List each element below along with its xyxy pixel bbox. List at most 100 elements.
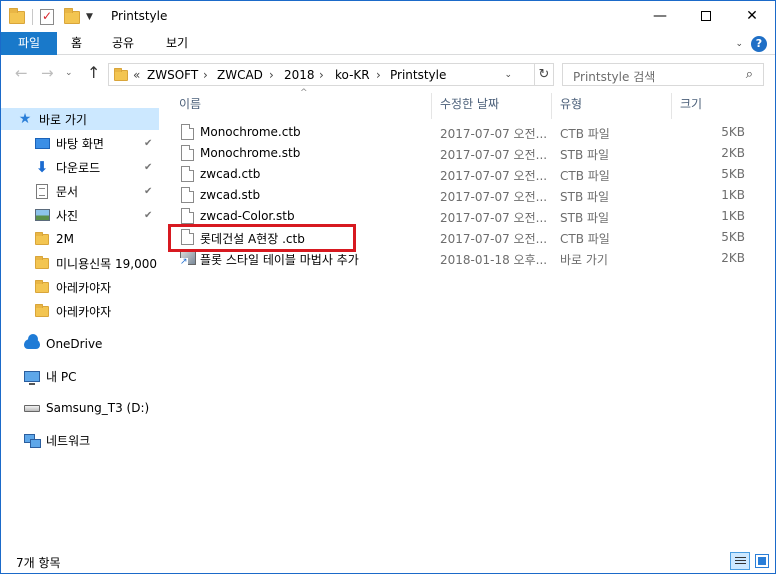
explorer-window: ▼ Printstyle — ✕ 파일 홈 공유 보기 ⌄ ? ← → ⌄ ↑ … [0, 0, 776, 574]
column-divider[interactable] [551, 93, 552, 119]
file-size: 2KB [721, 251, 745, 265]
column-divider[interactable] [431, 93, 432, 119]
sidebar-item-downloads[interactable]: ⬇ 다운로드 ✔ [1, 156, 159, 178]
customize-toolbar-chevron-icon[interactable]: ▼ [86, 12, 93, 22]
search-box[interactable]: Printstyle 검색 ⌕ [562, 63, 764, 86]
column-header-size[interactable]: 크기 [680, 93, 760, 121]
folder-icon [34, 255, 50, 271]
sidebar-item-label: Samsung_T3 (D:) [46, 401, 150, 415]
breadcrumb-printstyle[interactable]: Printstyle [390, 68, 446, 82]
sidebar-item-label: 미니용신목 19,000 [56, 256, 158, 271]
column-header-name[interactable]: 이름 [179, 93, 429, 121]
column-divider[interactable] [671, 93, 672, 119]
breadcrumb-separator[interactable]: › [319, 68, 324, 82]
back-arrow-icon[interactable]: ← [15, 64, 28, 82]
maximize-icon [701, 11, 711, 21]
help-icon[interactable]: ? [751, 36, 767, 52]
tab-file[interactable]: 파일 [1, 32, 57, 55]
address-dropdown-chevron-icon[interactable]: ⌄ [504, 70, 512, 80]
file-row[interactable]: Monochrome.ctb 2017-07-07 오전... CTB 파일 5… [173, 122, 763, 143]
file-type: CTB 파일 [560, 169, 610, 183]
pin-icon[interactable]: ✔ [144, 210, 152, 221]
sidebar-item-onedrive[interactable]: OneDrive [1, 333, 159, 355]
pin-icon[interactable]: ✔ [144, 138, 152, 149]
column-header-date[interactable]: 수정한 날짜 [440, 93, 550, 121]
breadcrumb-ko-kr[interactable]: ko-KR [335, 68, 370, 82]
sidebar-item-label: 바탕 화면 [56, 136, 104, 151]
file-row[interactable]: zwcad.ctb 2017-07-07 오전... CTB 파일 5KB [173, 164, 763, 185]
large-icons-view-icon [755, 554, 769, 568]
folder-icon[interactable] [9, 7, 25, 24]
tab-view[interactable]: 보기 [166, 32, 188, 55]
window-title: Printstyle [111, 9, 168, 23]
breadcrumb-zwcad[interactable]: ZWCAD [217, 68, 263, 82]
navigation-bar: ← → ⌄ ↑ « ZWSOFT › ZWCAD › 2018 › ko-KR … [1, 61, 775, 89]
sidebar-item-quick-access[interactable]: ★ 바로 가기 [1, 108, 159, 130]
pin-icon[interactable]: ✔ [144, 186, 152, 197]
file-row[interactable]: zwcad.stb 2017-07-07 오전... STB 파일 1KB [173, 185, 763, 206]
ribbon-tabs: 파일 홈 공유 보기 ⌄ ? [1, 32, 775, 55]
tab-home[interactable]: 홈 [71, 32, 82, 55]
sidebar-item-network[interactable]: 네트워크 [1, 429, 159, 451]
sidebar-item-folder[interactable]: 미니용신목 19,000 [1, 252, 159, 274]
sidebar-item-2m[interactable]: 2M [1, 228, 159, 250]
up-arrow-icon[interactable]: ↑ [87, 63, 100, 82]
folder-icon [34, 303, 50, 319]
sidebar-item-desktop[interactable]: 바탕 화면 ✔ [1, 132, 159, 154]
file-list: ^ 이름 수정한 날짜 유형 크기 Monochrome.ctb 2017-07… [161, 88, 775, 545]
breadcrumb-zwsoft[interactable]: ZWSOFT [147, 68, 198, 82]
onedrive-icon [24, 334, 40, 352]
breadcrumb-separator[interactable]: › [269, 68, 274, 82]
search-icon[interactable]: ⌕ [746, 67, 753, 82]
recent-locations-chevron-icon[interactable]: ⌄ [65, 68, 73, 78]
file-name: Monochrome.ctb [200, 125, 301, 139]
quick-access-toolbar: ▼ [9, 7, 93, 27]
maximize-button[interactable] [683, 1, 729, 31]
breadcrumb-separator[interactable]: › [376, 68, 381, 82]
breadcrumb-2018[interactable]: 2018 [284, 68, 315, 82]
tab-share[interactable]: 공유 [112, 32, 134, 55]
sidebar-item-samsung-drive[interactable]: Samsung_T3 (D:) [1, 397, 159, 419]
expand-ribbon-chevron-icon[interactable]: ⌄ [735, 39, 743, 49]
file-size: 5KB [721, 125, 745, 139]
file-type: STB 파일 [560, 190, 610, 204]
breadcrumb-overflow[interactable]: « [133, 68, 140, 82]
file-type: STB 파일 [560, 148, 610, 162]
details-view-button[interactable] [730, 552, 750, 570]
sidebar-item-folder[interactable]: 아레카야자 [1, 276, 159, 298]
sidebar-item-label: 내 PC [46, 369, 77, 384]
navigation-pane: ★ 바로 가기 바탕 화면 ✔ ⬇ 다운로드 ✔ 문서 ✔ 사진 ✔ 2M 미니… [1, 96, 161, 546]
minimize-button[interactable]: — [637, 1, 683, 31]
refresh-button[interactable]: ↻ [535, 63, 554, 86]
sidebar-item-this-pc[interactable]: 내 PC [1, 365, 159, 387]
file-date: 2017-07-07 오전... [440, 148, 548, 162]
sidebar-item-pictures[interactable]: 사진 ✔ [1, 204, 159, 226]
file-icon [181, 166, 194, 182]
breadcrumb-separator[interactable]: › [203, 68, 208, 82]
file-type: 바로 가기 [560, 253, 608, 267]
forward-arrow-icon[interactable]: → [41, 64, 54, 82]
properties-icon[interactable] [40, 9, 54, 25]
file-size: 5KB [721, 167, 745, 181]
item-count: 7개 항목 [16, 556, 61, 570]
address-bar[interactable]: « ZWSOFT › ZWCAD › 2018 › ko-KR › Prints… [108, 63, 535, 86]
large-icons-view-button[interactable] [752, 552, 772, 570]
folder-icon [114, 68, 128, 81]
pin-icon[interactable]: ✔ [144, 162, 152, 173]
sidebar-item-folder[interactable]: 아레카야자 [1, 300, 159, 322]
file-size: 1KB [721, 188, 745, 202]
documents-icon [34, 183, 50, 199]
title-bar: ▼ Printstyle — ✕ [1, 1, 775, 32]
drive-icon [24, 400, 40, 416]
network-icon [24, 432, 41, 448]
file-row[interactable]: Monochrome.stb 2017-07-07 오전... STB 파일 2… [173, 143, 763, 164]
new-folder-icon[interactable] [64, 7, 80, 24]
file-date: 2017-07-07 오전... [440, 211, 548, 225]
status-bar: 7개 항목 [1, 549, 775, 573]
desktop-icon [34, 135, 50, 151]
sidebar-item-documents[interactable]: 문서 ✔ [1, 180, 159, 202]
file-size: 2KB [721, 146, 745, 160]
pictures-icon [34, 207, 50, 223]
column-header-type[interactable]: 유형 [560, 93, 670, 121]
close-button[interactable]: ✕ [729, 1, 775, 31]
